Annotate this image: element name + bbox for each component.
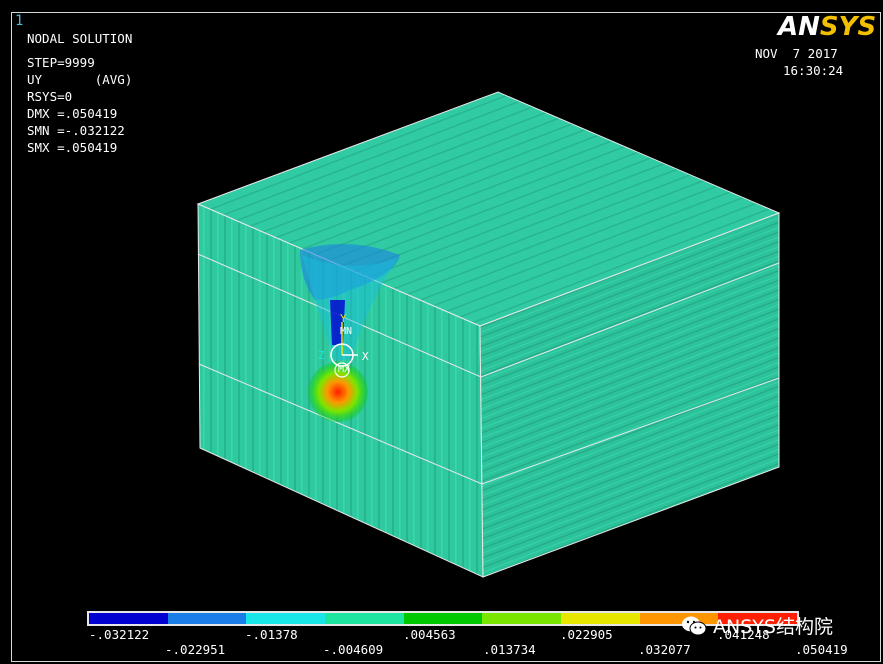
wechat-icon [682, 616, 707, 635]
legend-label-bottom-3: .013734 [483, 642, 536, 657]
watermark: ANSYS结构院 [681, 612, 833, 639]
legend-label-top-2: -.01378 [245, 627, 298, 642]
legend-swatch-4 [325, 613, 404, 624]
legend-label-top-3: .004563 [403, 627, 456, 642]
triad-z-label: Z [318, 349, 325, 362]
fe-model-view[interactable]: Y X Z MN MX [0, 0, 883, 664]
legend-swatch-2 [167, 613, 247, 624]
legend-label-top-4: .022905 [560, 627, 613, 642]
legend-swatch-3 [246, 613, 326, 624]
legend-swatch-7 [561, 613, 640, 624]
legend-label-top-1: -.032122 [89, 627, 150, 642]
legend-swatch-1 [89, 613, 168, 624]
triad-x-label: X [362, 350, 369, 363]
min-marker-label: MN [340, 326, 352, 337]
triad-y-label: Y [340, 312, 347, 325]
legend-label-bottom-1: -.022951 [165, 642, 226, 657]
watermark-text: ANSYS结构院 [713, 616, 833, 638]
max-marker-label: MX [338, 364, 350, 375]
legend-swatch-6 [482, 613, 562, 624]
legend-label-bottom-2: -.004609 [323, 642, 384, 657]
legend-label-bottom-5: .050419 [795, 642, 848, 657]
legend-label-bottom-4: .032077 [638, 642, 691, 657]
legend-swatch-5 [403, 613, 483, 624]
